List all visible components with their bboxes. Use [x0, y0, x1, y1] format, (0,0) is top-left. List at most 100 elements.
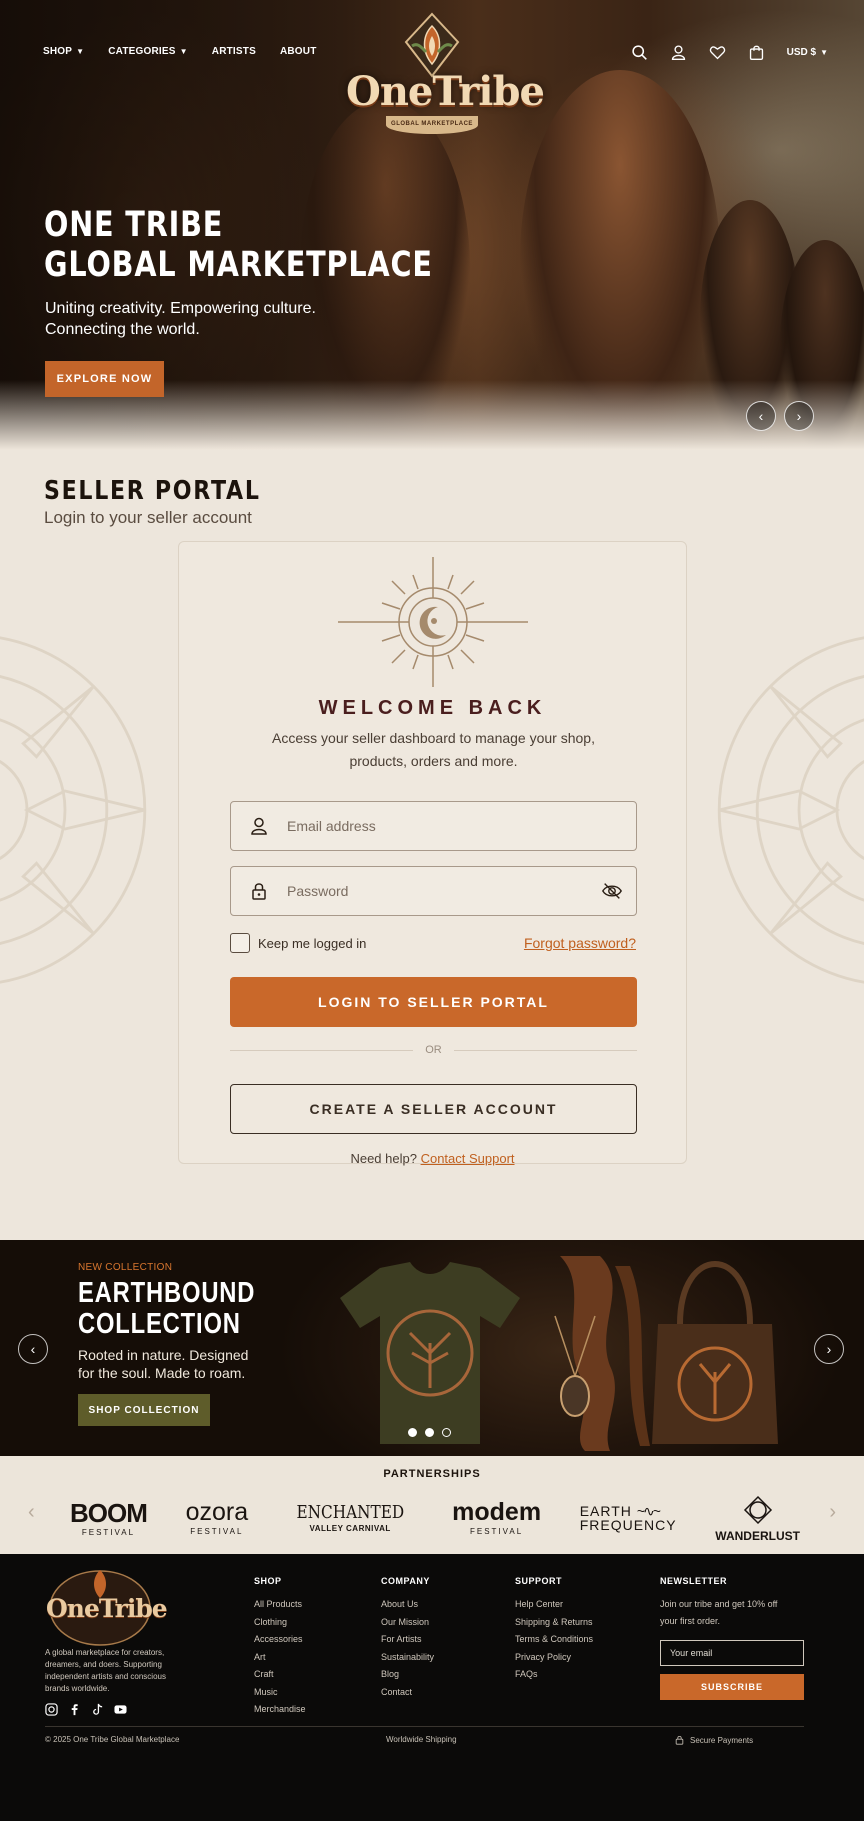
partner-logo-wanderlust[interactable]: WANDERLUST	[715, 1495, 800, 1542]
facebook-icon[interactable]	[68, 1703, 81, 1716]
or-divider: OR	[230, 1044, 637, 1056]
footer-link[interactable]: Our Mission	[381, 1614, 434, 1632]
collection-kicker: NEW COLLECTION	[78, 1262, 173, 1273]
welcome-description: Access your seller dashboard to manage y…	[272, 730, 595, 769]
hero-title: ONE TRIBE GLOBAL MARKETPLACE	[44, 205, 433, 285]
footer-col-shop: SHOP All Products Clothing Accessories A…	[254, 1576, 306, 1719]
newsletter-text: Join our tribe and get 10% off your firs…	[660, 1599, 778, 1626]
contact-support-link[interactable]: Contact Support	[421, 1151, 515, 1166]
scarf-necklace-image	[554, 1256, 650, 1451]
footer-col-newsletter: NEWSLETTER Join our tribe and get 10% of…	[660, 1576, 804, 1700]
page-title: SELLER PORTAL	[44, 476, 261, 506]
chevron-left-icon: ‹	[758, 408, 764, 424]
youtube-icon[interactable]	[114, 1703, 127, 1716]
footer-link[interactable]: Help Center	[515, 1596, 593, 1614]
collection-carousel-dots	[408, 1428, 451, 1437]
partnerships-title: PARTNERSHIPS	[383, 1468, 481, 1480]
chevron-right-icon: ›	[826, 1341, 832, 1357]
chevron-down-icon: ▼	[820, 48, 828, 57]
footer-link[interactable]: For Artists	[381, 1631, 434, 1649]
footer-divider	[45, 1726, 804, 1727]
login-button[interactable]: LOGIN TO SELLER PORTAL	[230, 977, 637, 1027]
partner-logo-earth-frequency[interactable]: EARTH ~∿~ FREQUENCY	[580, 1504, 677, 1532]
tiktok-icon[interactable]	[91, 1703, 104, 1716]
divider-line	[453, 1049, 637, 1051]
nav-about[interactable]: ABOUT	[280, 46, 317, 57]
footer-logo[interactable]: OneTribe	[46, 1566, 168, 1646]
main-nav: SHOP ▼ CATEGORIES ▼ ARTISTS ABOUT	[43, 46, 317, 57]
footer-link[interactable]: Privacy Policy	[515, 1649, 593, 1667]
footer-link[interactable]: About Us	[381, 1596, 434, 1614]
carousel-dot-2[interactable]	[425, 1428, 434, 1437]
instagram-icon[interactable]	[45, 1703, 58, 1716]
partner-logo-enchanted[interactable]: ENCHANTED VALLEY CARNIVAL	[287, 1503, 414, 1533]
footer-link[interactable]: FAQs	[515, 1666, 593, 1684]
partner-logo-boom[interactable]: BOOM FESTIVAL	[70, 1500, 148, 1537]
explore-now-button[interactable]: EXPLORE NOW	[45, 361, 164, 397]
footer-link[interactable]: Craft	[254, 1666, 306, 1684]
cart-icon[interactable]	[748, 44, 765, 61]
carousel-dot-3[interactable]	[442, 1428, 451, 1437]
hero-subtitle: Uniting creativity. Empowering culture. …	[45, 300, 316, 338]
wanderlust-emblem-icon	[743, 1495, 772, 1524]
forgot-password-link[interactable]: Forgot password?	[524, 935, 636, 951]
sun-moon-emblem-icon	[338, 557, 528, 687]
nav-artists[interactable]: ARTISTS	[212, 46, 256, 57]
account-icon[interactable]	[670, 44, 687, 61]
footer-link[interactable]: Contact	[381, 1684, 434, 1702]
footer-link[interactable]: Music	[254, 1684, 306, 1702]
collection-description: Rooted in nature. Designed for the soul.…	[78, 1347, 249, 1381]
footer-link[interactable]: Sustainability	[381, 1649, 434, 1667]
login-card: WELCOME BACK Access your seller dashboar…	[178, 541, 687, 1166]
page-subtitle: Login to your seller account	[44, 508, 252, 527]
tshirt-image	[340, 1262, 520, 1444]
chevron-down-icon: ▼	[179, 47, 188, 56]
utility-nav: USD $ ▼	[631, 44, 828, 61]
help-text: Need help? Contact Support	[350, 1151, 515, 1166]
toggle-password-visibility-icon[interactable]	[588, 880, 636, 902]
footer-link[interactable]: Shipping & Returns	[515, 1614, 593, 1632]
shop-collection-button[interactable]: SHOP COLLECTION	[78, 1394, 210, 1426]
footer-col-support: SUPPORT Help Center Shipping & Returns T…	[515, 1576, 593, 1684]
partners-next-icon[interactable]: ›	[829, 1501, 836, 1524]
footer-link[interactable]: Art	[254, 1649, 306, 1667]
tote-bag-image	[652, 1261, 778, 1444]
collection-next-button[interactable]: ›	[814, 1334, 844, 1364]
carousel-dot-1[interactable]	[408, 1428, 417, 1437]
worldwide-shipping: Worldwide Shipping	[386, 1735, 457, 1744]
partnerships-section: PARTNERSHIPS ‹ › BOOM FESTIVAL ozora FES…	[0, 1456, 864, 1554]
currency-selector[interactable]: USD $ ▼	[787, 47, 828, 58]
partner-logo-ozora[interactable]: ozora FESTIVAL	[186, 1500, 249, 1537]
wishlist-icon[interactable]	[709, 44, 726, 61]
hero-next-button[interactable]: ›	[784, 401, 814, 431]
secure-payments: Secure Payments	[675, 1735, 753, 1745]
remember-me-checkbox[interactable]	[230, 933, 250, 953]
password-input[interactable]	[287, 883, 588, 899]
footer-link[interactable]: Terms & Conditions	[515, 1631, 593, 1649]
create-account-button[interactable]: CREATE A SELLER ACCOUNT	[230, 1084, 637, 1134]
collection-prev-button[interactable]: ‹	[18, 1334, 48, 1364]
email-input[interactable]	[287, 818, 636, 834]
footer-link[interactable]: All Products	[254, 1596, 306, 1614]
footer-link[interactable]: Accessories	[254, 1631, 306, 1649]
partner-logos: BOOM FESTIVAL ozora FESTIVAL ENCHANTED V…	[70, 1490, 800, 1546]
logo-text: OneTribe	[346, 68, 545, 115]
partners-prev-icon[interactable]: ‹	[28, 1501, 35, 1524]
footer-link[interactable]: Merchandise	[254, 1701, 306, 1719]
subscribe-button[interactable]: SUBSCRIBE	[660, 1674, 804, 1700]
search-icon[interactable]	[631, 44, 648, 61]
remember-me-label[interactable]: Keep me logged in	[258, 936, 366, 951]
password-field	[230, 866, 637, 916]
hero-image-man	[520, 70, 720, 450]
footer-link[interactable]: Blog	[381, 1666, 434, 1684]
footer-link[interactable]: Clothing	[254, 1614, 306, 1632]
newsletter-email-input[interactable]	[660, 1640, 804, 1666]
nav-categories[interactable]: CATEGORIES ▼	[108, 46, 188, 57]
chevron-right-icon: ›	[796, 408, 802, 424]
hero-prev-button[interactable]: ‹	[746, 401, 776, 431]
nav-shop[interactable]: SHOP ▼	[43, 46, 84, 57]
partner-logo-modem[interactable]: modem FESTIVAL	[452, 1500, 541, 1537]
welcome-heading: WELCOME BACK	[318, 697, 547, 719]
site-logo[interactable]: OneTribe GLOBAL MARKETPLACE	[346, 12, 545, 144]
hero-banner: SHOP ▼ CATEGORIES ▼ ARTISTS ABOUT OneTribe…	[0, 0, 864, 450]
